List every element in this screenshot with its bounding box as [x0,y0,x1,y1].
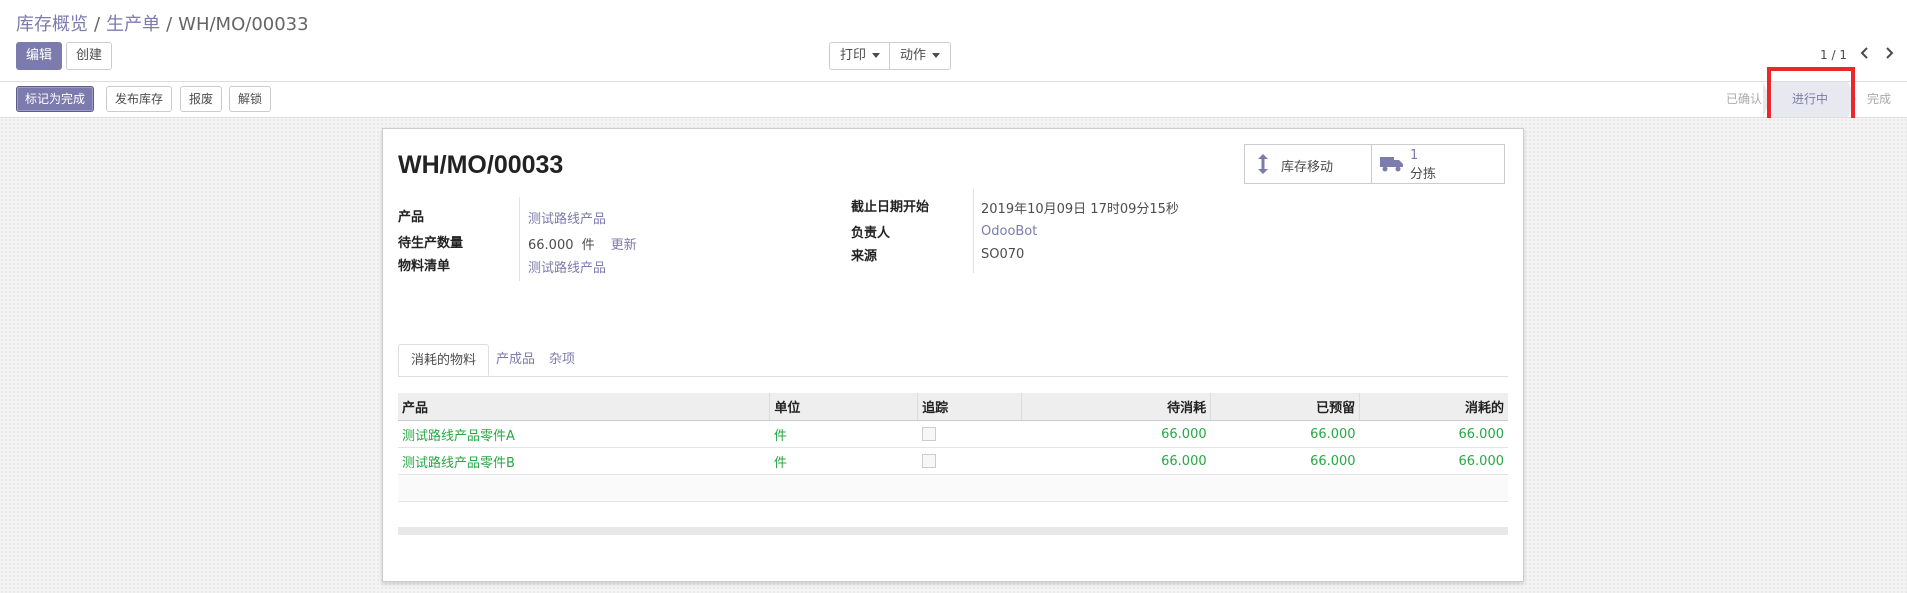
column-header-consumed[interactable]: 消耗的 [1359,393,1508,421]
qty-unit: 件 [581,238,595,253]
responsible-label: 负责人 [851,226,891,241]
source-label: 来源 [851,249,878,264]
control-panel: 库存概览 / 生产单 / WH/MO/00033 编辑 创建 打印 动作 1 / 1 [0,0,1907,82]
chevron-right-icon[interactable] [1880,44,1898,64]
deadline-value: 2019年10月09日 17时09分15秒 [981,202,1179,217]
truck-icon [1380,156,1404,176]
empty-row [398,501,1508,529]
update-qty-link[interactable]: 更新 [611,238,637,253]
post-inventory-button[interactable]: 发布库存 [106,86,173,112]
arrows-vertical-icon [1257,153,1269,179]
column-header-to-consume[interactable]: 待消耗 [1021,393,1212,421]
qty-to-produce-value: 66.000 件 更新 [528,234,637,253]
action-label: 动作 [900,48,927,63]
tab-consumed-materials[interactable]: 消耗的物料 [398,344,490,376]
column-header-product[interactable]: 产品 [398,393,771,421]
breadcrumb-current: WH/MO/00033 [178,14,309,35]
stock-moves-label: 库存移动 [1281,160,1334,175]
breadcrumb-separator: / [94,14,101,35]
cell-reserved: 66.000 [1210,420,1360,448]
field-divider [519,197,520,281]
table-row[interactable]: 测试路线产品零件A 件 66.000 66.000 66.000 [398,420,1508,448]
print-dropdown[interactable]: 打印 [829,42,892,70]
raw-materials-table: 产品 单位 追踪 待消耗 已预留 消耗的 测试路线产品零件A 件 66.000 … [398,393,1508,529]
column-header-reserved[interactable]: 已预留 [1210,393,1361,421]
action-dropdown[interactable]: 动作 [889,42,952,70]
cell-consumed: 66.000 [1359,420,1508,448]
table-row[interactable]: 测试路线产品零件B 件 66.000 66.000 66.000 [398,447,1508,475]
pager-value[interactable]: 1 / 1 [1820,48,1847,62]
create-button[interactable]: 创建 [66,42,113,70]
empty-row [398,474,1508,502]
cell-consumed: 66.000 [1359,447,1508,475]
cell-tracking [917,420,1022,448]
form-sheet: WH/MO/00033 库存移动 1 分拣 产品 测试路线产品 待生产数量 66… [382,128,1524,582]
cell-tracking [917,447,1022,475]
breadcrumb: 库存概览 / 生产单 / WH/MO/00033 [16,10,309,36]
cell-to-consume: 66.000 [1021,447,1211,475]
record-title: WH/MO/00033 [398,151,564,179]
unlock-button[interactable]: 解锁 [229,86,272,112]
cell-to-consume: 66.000 [1021,420,1211,448]
picking-button[interactable]: 1 分拣 [1371,144,1505,184]
breadcrumb-separator: / [166,14,173,35]
table-footer [398,527,1508,535]
cell-product: 测试路线产品零件B [398,447,770,475]
caret-down-icon [932,53,941,58]
breadcrumb-manufacturing-orders[interactable]: 生产单 [106,14,160,35]
column-header-unit[interactable]: 单位 [769,393,919,421]
edit-button[interactable]: 编辑 [16,42,63,70]
qty-to-produce-label: 待生产数量 [398,236,464,251]
table-header-row: 产品 单位 追踪 待消耗 已预留 消耗的 [398,393,1508,421]
picking-label: 分拣 [1410,167,1437,182]
caret-down-icon [872,53,881,58]
qty-number: 66.000 [528,238,574,253]
tab-miscellaneous[interactable]: 杂项 [537,344,587,376]
bom-label: 物料清单 [398,259,451,274]
field-divider [973,189,974,273]
responsible-value[interactable]: OdooBot [981,224,1037,239]
stock-moves-button[interactable]: 库存移动 [1244,144,1372,184]
column-header-tracking[interactable]: 追踪 [917,393,1022,421]
stage-done[interactable]: 完成 [1858,82,1900,117]
cell-reserved: 66.000 [1210,447,1360,475]
print-label: 打印 [840,48,867,63]
source-value: SO070 [981,247,1025,262]
notebook-tabs: 消耗的物料 产成品 杂项 [398,344,1508,377]
product-label: 产品 [398,210,425,225]
bom-value[interactable]: 测试路线产品 [528,257,606,276]
cell-product: 测试路线产品零件A [398,420,770,448]
tracking-checkbox[interactable] [921,454,936,468]
picking-count: 1 [1410,148,1419,163]
mark-as-done-button[interactable]: 标记为完成 [16,86,95,112]
cell-unit: 件 [769,447,918,475]
scrap-button[interactable]: 报废 [180,86,223,112]
chevron-left-icon[interactable] [1856,44,1874,64]
tracking-checkbox[interactable] [921,427,936,441]
deadline-label: 截止日期开始 [851,200,930,215]
product-value[interactable]: 测试路线产品 [528,208,606,227]
cell-unit: 件 [769,420,918,448]
status-bar: 标记为完成 发布库存 报废 解锁 已确认 进行中 完成 [0,82,1907,118]
breadcrumb-inventory-overview[interactable]: 库存概览 [16,14,88,35]
